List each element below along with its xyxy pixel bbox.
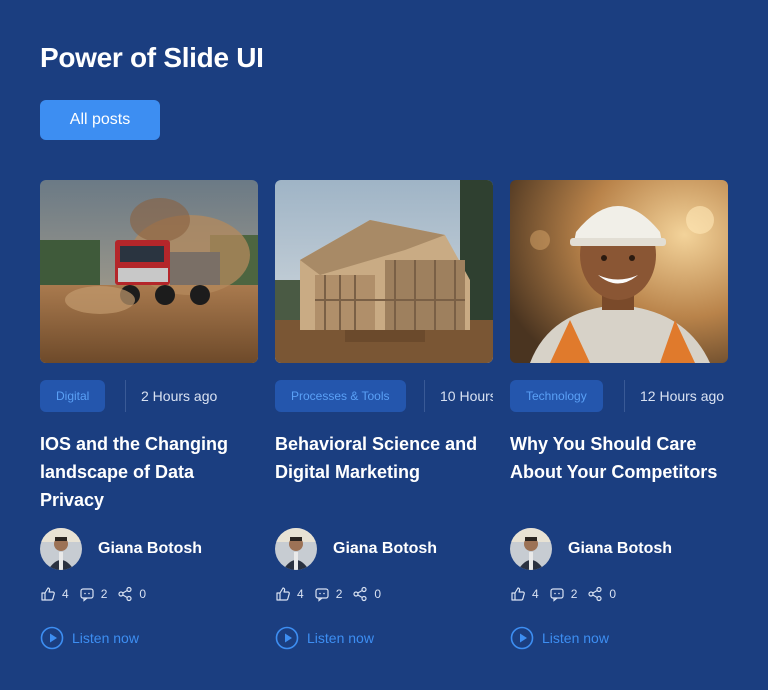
listen-now-link[interactable]: Listen now — [275, 626, 374, 650]
thumbs-up-icon — [276, 587, 290, 601]
comment-button[interactable]: 2 — [79, 586, 108, 602]
post-stats: 4 2 0 — [510, 585, 626, 603]
like-count: 4 — [297, 587, 304, 601]
category-tag[interactable]: Processes & Tools — [275, 380, 406, 412]
page-title: Power of Slide UI — [40, 42, 264, 73]
like-button[interactable]: 4 — [40, 586, 69, 602]
share-button[interactable]: 0 — [352, 586, 381, 602]
post-image-truck[interactable] — [40, 180, 258, 363]
share-button[interactable]: 0 — [117, 586, 146, 602]
listen-now-link[interactable]: Listen now — [510, 626, 609, 650]
post-stats: 4 2 0 — [40, 585, 156, 603]
post-title[interactable]: Why You Should Care About Your Competito… — [510, 430, 728, 486]
like-button[interactable]: 4 — [275, 586, 304, 602]
share-icon — [588, 586, 602, 602]
meta-divider — [125, 380, 126, 412]
post-title[interactable]: IOS and the Changing landscape of Data P… — [40, 430, 258, 514]
post-meta: Digital 2 Hours ago — [40, 380, 258, 412]
thumbs-up-icon — [511, 587, 525, 601]
post-time: 12 Hours ago — [640, 388, 725, 404]
avatar[interactable] — [275, 528, 317, 570]
avatar-image — [40, 528, 82, 570]
post-image-house[interactable] — [275, 180, 493, 363]
listen-now-label: Listen now — [542, 630, 609, 646]
avatar-image — [510, 528, 552, 570]
avatar[interactable] — [510, 528, 552, 570]
comment-count: 2 — [100, 587, 108, 601]
comment-count: 2 — [335, 587, 343, 601]
play-circle-icon — [510, 626, 534, 650]
comment-icon — [80, 588, 94, 602]
like-count: 4 — [532, 587, 539, 601]
author[interactable]: Giana Botosh — [40, 528, 202, 570]
post-stats: 4 2 0 — [275, 585, 391, 603]
author[interactable]: Giana Botosh — [275, 528, 437, 570]
post-title[interactable]: Behavioral Science and Digital Marketing — [275, 430, 493, 486]
play-circle-icon — [40, 626, 64, 650]
category-tag[interactable]: Digital — [40, 380, 106, 412]
post-card[interactable]: Digital 2 Hours ago IOS and the Changing… — [40, 180, 258, 650]
post-image-worker[interactable] — [510, 180, 728, 363]
meta-divider — [424, 380, 425, 412]
all-posts-button[interactable]: All posts — [40, 100, 160, 140]
share-button[interactable]: 0 — [587, 586, 616, 602]
post-time: 10 Hours ago — [440, 388, 493, 404]
share-count: 0 — [609, 587, 617, 601]
comment-button[interactable]: 2 — [314, 586, 343, 602]
comment-count: 2 — [570, 587, 578, 601]
post-card[interactable]: Technology 12 Hours ago Why You Should C… — [510, 180, 728, 650]
post-time: 2 Hours ago — [141, 388, 218, 404]
like-count: 4 — [62, 587, 69, 601]
share-count: 0 — [139, 587, 147, 601]
share-count: 0 — [374, 587, 382, 601]
listen-now-link[interactable]: Listen now — [40, 626, 139, 650]
post-meta: Technology 12 Hours ago — [510, 380, 728, 412]
comment-icon — [315, 588, 329, 602]
share-icon — [118, 586, 132, 602]
post-card[interactable]: Processes & Tools 10 Hours ago Behaviora… — [275, 180, 493, 650]
meta-divider — [624, 380, 625, 412]
avatar-image — [275, 528, 317, 570]
listen-now-label: Listen now — [307, 630, 374, 646]
category-tag[interactable]: Technology — [510, 380, 603, 412]
truck-image — [40, 180, 258, 363]
author-name[interactable]: Giana Botosh — [98, 540, 202, 558]
comment-icon — [550, 588, 564, 602]
listen-now-label: Listen now — [72, 630, 139, 646]
thumbs-up-icon — [41, 587, 55, 601]
author-name[interactable]: Giana Botosh — [333, 540, 437, 558]
author-name[interactable]: Giana Botosh — [568, 540, 672, 558]
post-meta: Processes & Tools 10 Hours ago — [275, 380, 493, 412]
construction-worker-image — [510, 180, 728, 363]
comment-button[interactable]: 2 — [549, 586, 578, 602]
like-button[interactable]: 4 — [510, 586, 539, 602]
share-icon — [353, 586, 367, 602]
play-circle-icon — [275, 626, 299, 650]
author[interactable]: Giana Botosh — [510, 528, 672, 570]
house-construction-image — [275, 180, 493, 363]
avatar[interactable] — [40, 528, 82, 570]
